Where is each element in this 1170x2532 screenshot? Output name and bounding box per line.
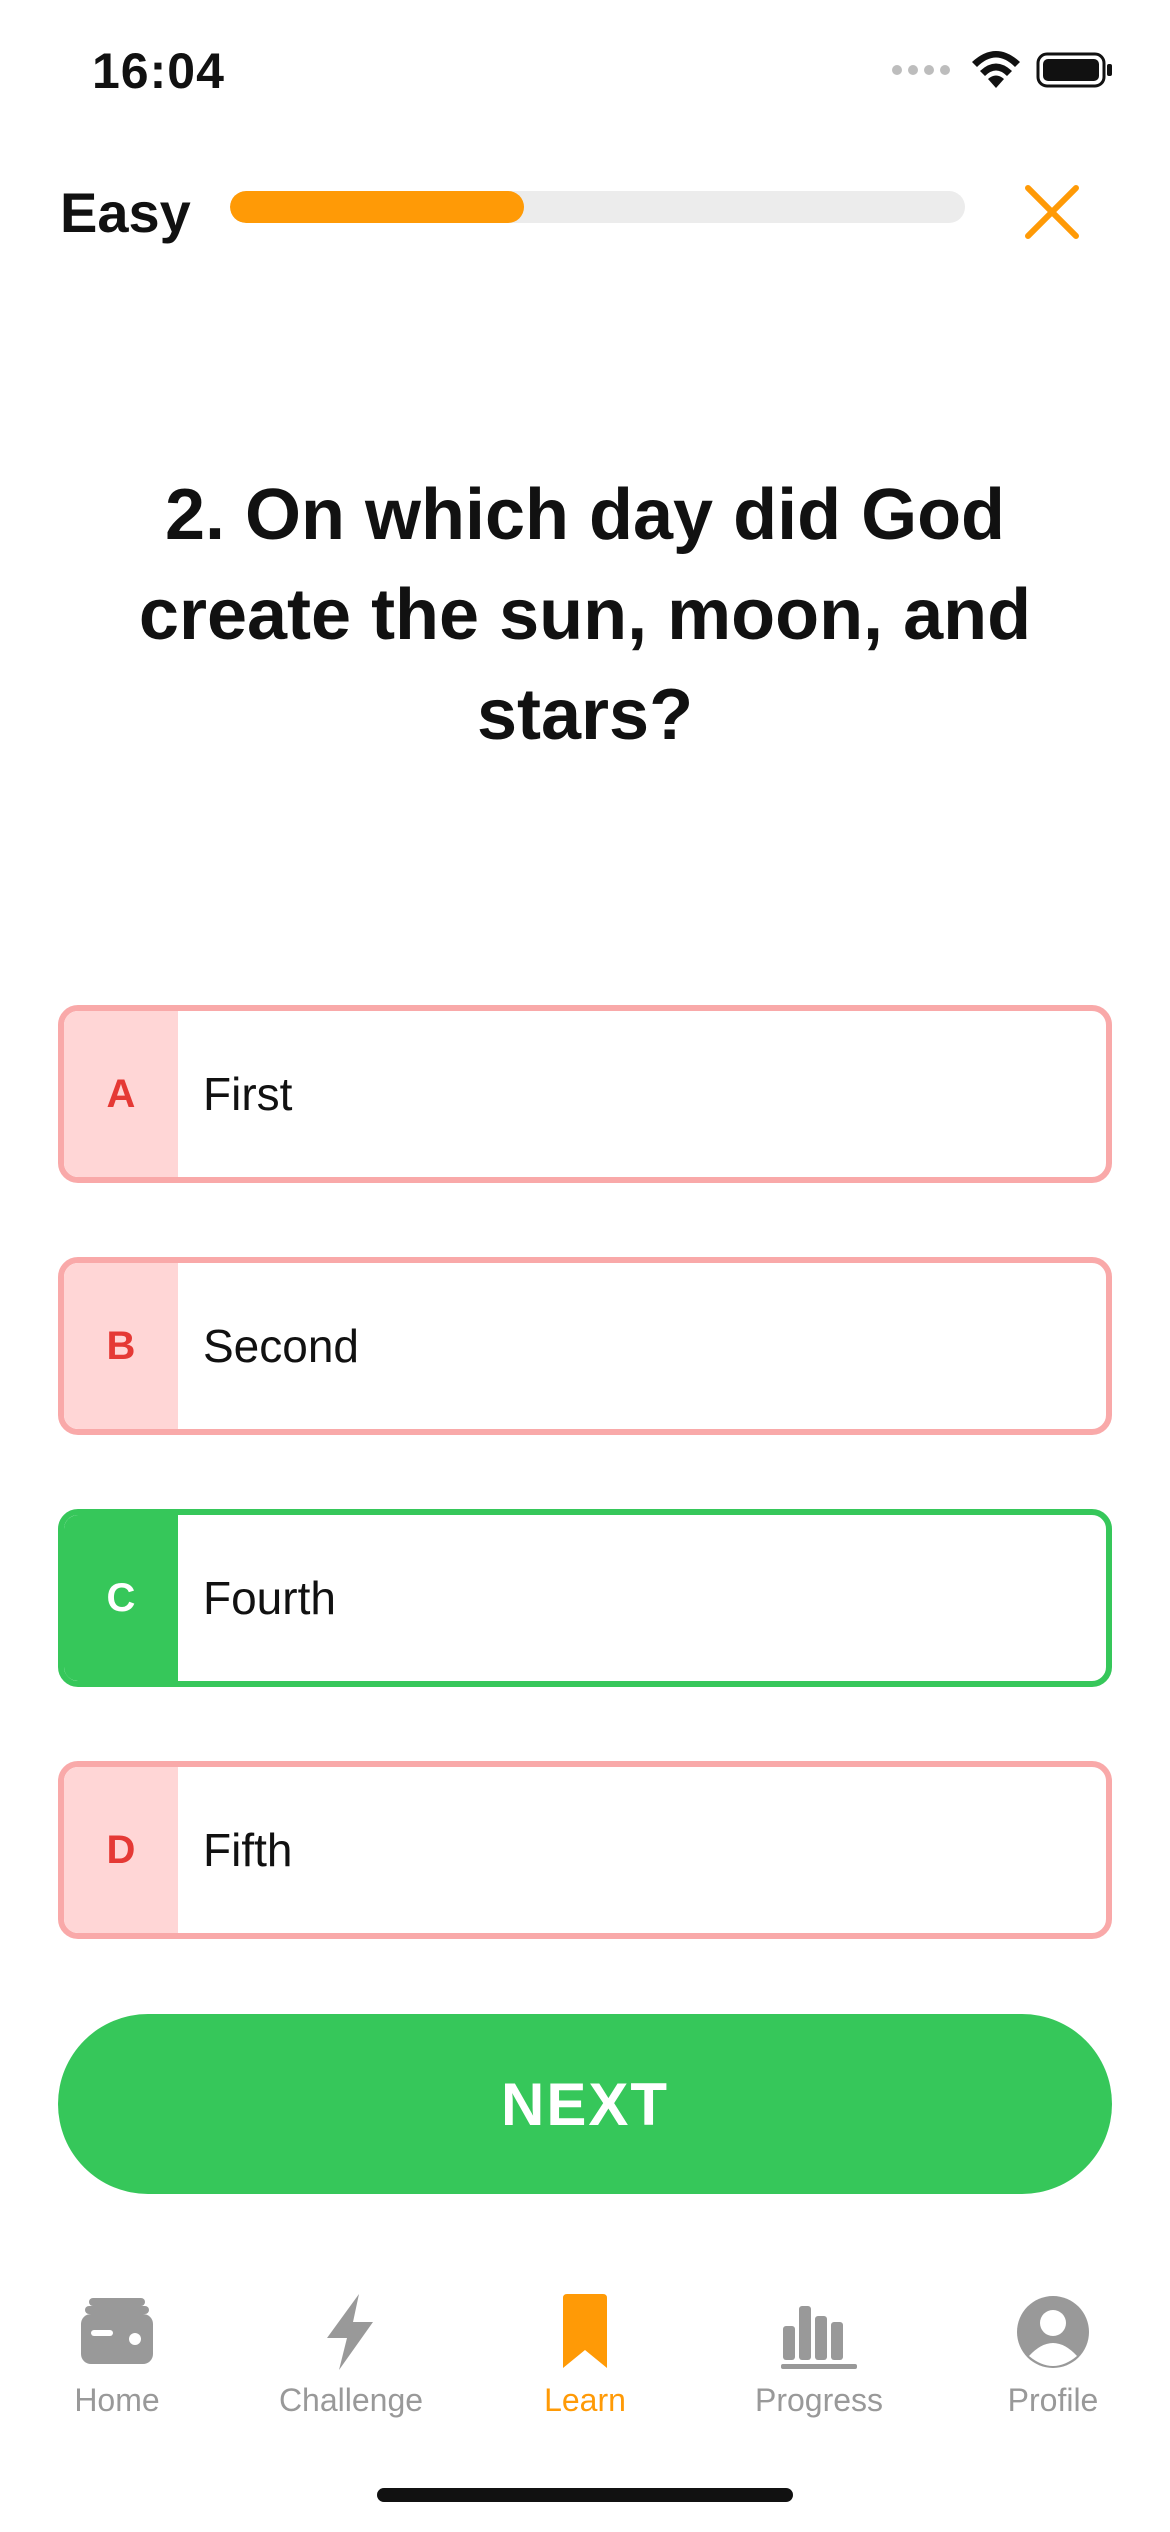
bookmark-icon — [543, 2290, 627, 2374]
tab-bar: Home Challenge Learn Progress Profile — [0, 2290, 1170, 2450]
battery-icon — [1036, 52, 1112, 88]
answer-letter: D — [64, 1767, 178, 1933]
home-indicator — [377, 2488, 793, 2502]
answer-option-c[interactable]: C Fourth — [58, 1509, 1112, 1687]
status-icons — [892, 50, 1114, 90]
tab-label: Profile — [1007, 2382, 1099, 2418]
answer-letter: A — [64, 1011, 178, 1177]
answer-option-a[interactable]: A First — [58, 1005, 1112, 1183]
person-icon — [1011, 2290, 1095, 2374]
tab-label: Progress — [754, 2382, 884, 2418]
answer-text: First — [203, 1068, 293, 1120]
close-icon — [1025, 185, 1079, 239]
tab-label: Home — [74, 2382, 160, 2418]
tab-challenge[interactable]: Challenge — [234, 2290, 468, 2450]
answer-list: A First B Second C Fourth D Fifth — [58, 1005, 1112, 2013]
status-time: 16:04 — [92, 43, 225, 99]
close-button[interactable] — [1016, 176, 1088, 248]
quiz-screen: 16:04 Easy 2. On which day did God creat… — [0, 0, 1170, 2532]
wifi-icon — [972, 51, 1020, 88]
cellular-signal-icon — [892, 65, 950, 75]
answer-option-d[interactable]: D Fifth — [58, 1761, 1112, 1939]
tab-home[interactable]: Home — [0, 2290, 234, 2450]
quiz-header: Easy — [0, 160, 1170, 260]
quiz-progress-bar — [230, 191, 965, 223]
next-button[interactable]: NEXT — [58, 2014, 1112, 2194]
tab-progress[interactable]: Progress — [702, 2290, 936, 2450]
quiz-progress-fill — [230, 191, 524, 223]
tab-label: Challenge — [278, 2382, 424, 2418]
lightning-icon — [309, 2290, 393, 2374]
bar-chart-icon — [777, 2290, 861, 2374]
answer-letter: B — [64, 1263, 178, 1429]
difficulty-label: Easy — [60, 181, 191, 244]
answer-letter: C — [64, 1515, 178, 1681]
tab-label: Learn — [544, 2382, 626, 2418]
tab-learn[interactable]: Learn — [468, 2290, 702, 2450]
tab-profile[interactable]: Profile — [936, 2290, 1170, 2450]
answer-option-b[interactable]: B Second — [58, 1257, 1112, 1435]
question-text: 2. On which day did God create the sun, … — [138, 475, 1032, 755]
wallet-icon — [75, 2290, 159, 2374]
status-bar: 16:04 — [0, 0, 1170, 150]
answer-text: Fourth — [203, 1572, 336, 1624]
answer-text: Second — [203, 1320, 360, 1372]
answer-text: Fifth — [203, 1824, 293, 1876]
